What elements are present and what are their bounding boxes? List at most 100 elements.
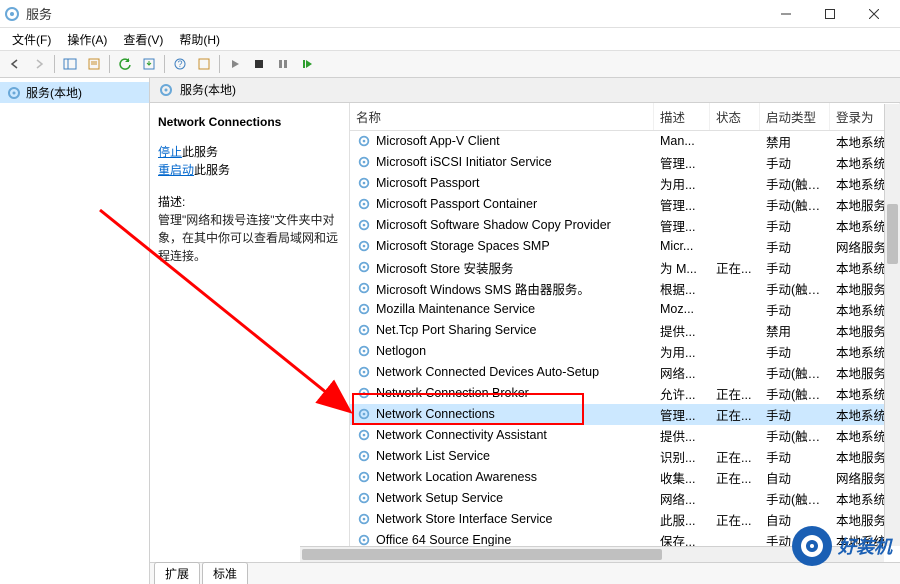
tree-root[interactable]: 服务(本地) xyxy=(0,82,149,103)
col-desc[interactable]: 描述 xyxy=(654,103,710,130)
gear-icon xyxy=(356,448,372,464)
window-title: 服务 xyxy=(26,4,764,23)
cell-name: Net.Tcp Port Sharing Service xyxy=(350,321,654,339)
show-hide-button[interactable] xyxy=(59,53,81,75)
cell-desc: 收集... xyxy=(654,467,710,488)
table-row[interactable]: Microsoft Passport为用...手动(触发...本地系统 xyxy=(350,173,900,194)
cell-name: Microsoft iSCSI Initiator Service xyxy=(350,153,654,171)
cell-name: Microsoft Software Shadow Copy Provider xyxy=(350,216,654,234)
cell-startup: 手动 xyxy=(760,236,830,257)
table-row[interactable]: Netlogon为用...手动本地系统 xyxy=(350,341,900,362)
cell-name: Microsoft App-V Client xyxy=(350,132,654,150)
scrollbar-vertical[interactable] xyxy=(884,104,900,546)
menu-action[interactable]: 操作(A) xyxy=(59,29,115,50)
cell-startup: 手动 xyxy=(760,257,830,278)
table-row[interactable]: Microsoft App-V ClientMan...禁用本地系统 xyxy=(350,131,900,152)
col-status[interactable]: 状态 xyxy=(710,103,760,130)
gear-icon xyxy=(356,406,372,422)
table-row[interactable]: Network List Service识别...正在...手动本地服务 xyxy=(350,446,900,467)
properties-button[interactable] xyxy=(83,53,105,75)
menu-help[interactable]: 帮助(H) xyxy=(171,29,228,50)
cell-status xyxy=(710,161,760,163)
pause-button[interactable] xyxy=(272,53,294,75)
table-row[interactable]: Microsoft Store 安装服务为 M...正在...手动本地系统 xyxy=(350,257,900,278)
watermark-text: 好装机 xyxy=(838,533,892,559)
table-row[interactable]: Network Setup Service网络...手动(触发...本地系统 xyxy=(350,488,900,509)
detail-header: 服务(本地) xyxy=(150,78,900,103)
stop-button[interactable] xyxy=(248,53,270,75)
cell-status: 正在... xyxy=(710,509,760,530)
cell-desc: 管理... xyxy=(654,215,710,236)
gear-icon xyxy=(356,133,372,149)
gear-icon xyxy=(6,85,22,101)
watermark-icon xyxy=(792,526,832,566)
options-button[interactable] xyxy=(193,53,215,75)
restart-button[interactable] xyxy=(296,53,318,75)
gear-icon xyxy=(356,259,372,275)
table-row[interactable]: Microsoft iSCSI Initiator Service管理...手动… xyxy=(350,152,900,173)
scrollbar-thumb[interactable] xyxy=(887,204,898,264)
cell-status: 正在... xyxy=(710,257,760,278)
separator xyxy=(219,55,220,73)
cell-startup: 手动 xyxy=(760,299,830,320)
gear-icon xyxy=(356,364,372,380)
back-button[interactable] xyxy=(4,53,26,75)
service-table-container[interactable]: 名称 描述 状态 启动类型 登录为 Microsoft App-V Client… xyxy=(350,103,900,562)
scrollbar-thumb[interactable] xyxy=(302,549,662,560)
close-button[interactable] xyxy=(852,0,896,28)
refresh-button[interactable] xyxy=(114,53,136,75)
toolbar: ? xyxy=(0,50,900,78)
table-row[interactable]: Microsoft Storage Spaces SMPMicr...手动网络服… xyxy=(350,236,900,257)
menu-view[interactable]: 查看(V) xyxy=(115,29,171,50)
gear-icon xyxy=(356,301,372,317)
cell-desc: 允许... xyxy=(654,383,710,404)
desc-text: 管理"网络和拨号连接"文件夹中对象，在其中你可以查看局域网和远程连接。 xyxy=(158,211,341,265)
table-row[interactable]: Network Location Awareness收集...正在...自动网络… xyxy=(350,467,900,488)
maximize-button[interactable] xyxy=(808,0,852,28)
cell-name: Microsoft Passport xyxy=(350,174,654,192)
table-row[interactable]: Microsoft Passport Container管理...手动(触发..… xyxy=(350,194,900,215)
table-row[interactable]: Net.Tcp Port Sharing Service提供...禁用本地服务 xyxy=(350,320,900,341)
cell-startup: 手动 xyxy=(760,446,830,467)
table-row[interactable]: Network Connections管理...正在...手动本地系统 xyxy=(350,404,900,425)
cell-name: Network Setup Service xyxy=(350,489,654,507)
menu-file[interactable]: 文件(F) xyxy=(4,29,59,50)
cell-status xyxy=(710,287,760,289)
cell-desc: 为用... xyxy=(654,173,710,194)
cell-startup: 禁用 xyxy=(760,131,830,152)
col-startup[interactable]: 启动类型 xyxy=(760,103,830,130)
cell-desc: Micr... xyxy=(654,238,710,254)
table-row[interactable]: Microsoft Software Shadow Copy Provider管… xyxy=(350,215,900,236)
gear-icon xyxy=(356,469,372,485)
tree-pane[interactable]: 服务(本地) xyxy=(0,78,150,584)
cell-desc: 提供... xyxy=(654,320,710,341)
gear-icon xyxy=(356,427,372,443)
table-row[interactable]: Network Connection Broker允许...正在...手动(触发… xyxy=(350,383,900,404)
cell-status xyxy=(710,203,760,205)
cell-name: Mozilla Maintenance Service xyxy=(350,300,654,318)
restart-link[interactable]: 重启动 xyxy=(158,163,194,177)
tree-root-label: 服务(本地) xyxy=(26,84,82,101)
cell-startup: 手动 xyxy=(760,152,830,173)
cell-status: 正在... xyxy=(710,383,760,404)
forward-button[interactable] xyxy=(28,53,50,75)
cell-name: Network Connections xyxy=(350,405,654,423)
export-button[interactable] xyxy=(138,53,160,75)
stop-link[interactable]: 停止 xyxy=(158,145,182,159)
cell-name: Microsoft Store 安装服务 xyxy=(350,257,654,278)
col-name[interactable]: 名称 xyxy=(350,103,654,130)
table-row[interactable]: Mozilla Maintenance ServiceMoz...手动本地系统 xyxy=(350,299,900,320)
table-row[interactable]: Network Connected Devices Auto-Setup网络..… xyxy=(350,362,900,383)
gear-icon xyxy=(356,196,372,212)
minimize-button[interactable] xyxy=(764,0,808,28)
gear-icon xyxy=(356,511,372,527)
separator xyxy=(109,55,110,73)
tab-extended[interactable]: 扩展 xyxy=(154,562,200,584)
table-row[interactable]: Network Connectivity Assistant提供...手动(触发… xyxy=(350,425,900,446)
tab-standard[interactable]: 标准 xyxy=(202,562,248,584)
table-row[interactable]: Microsoft Windows SMS 路由器服务。根据...手动(触发..… xyxy=(350,278,900,299)
cell-status xyxy=(710,497,760,499)
play-button[interactable] xyxy=(224,53,246,75)
svg-text:?: ? xyxy=(177,59,182,69)
help-button[interactable]: ? xyxy=(169,53,191,75)
